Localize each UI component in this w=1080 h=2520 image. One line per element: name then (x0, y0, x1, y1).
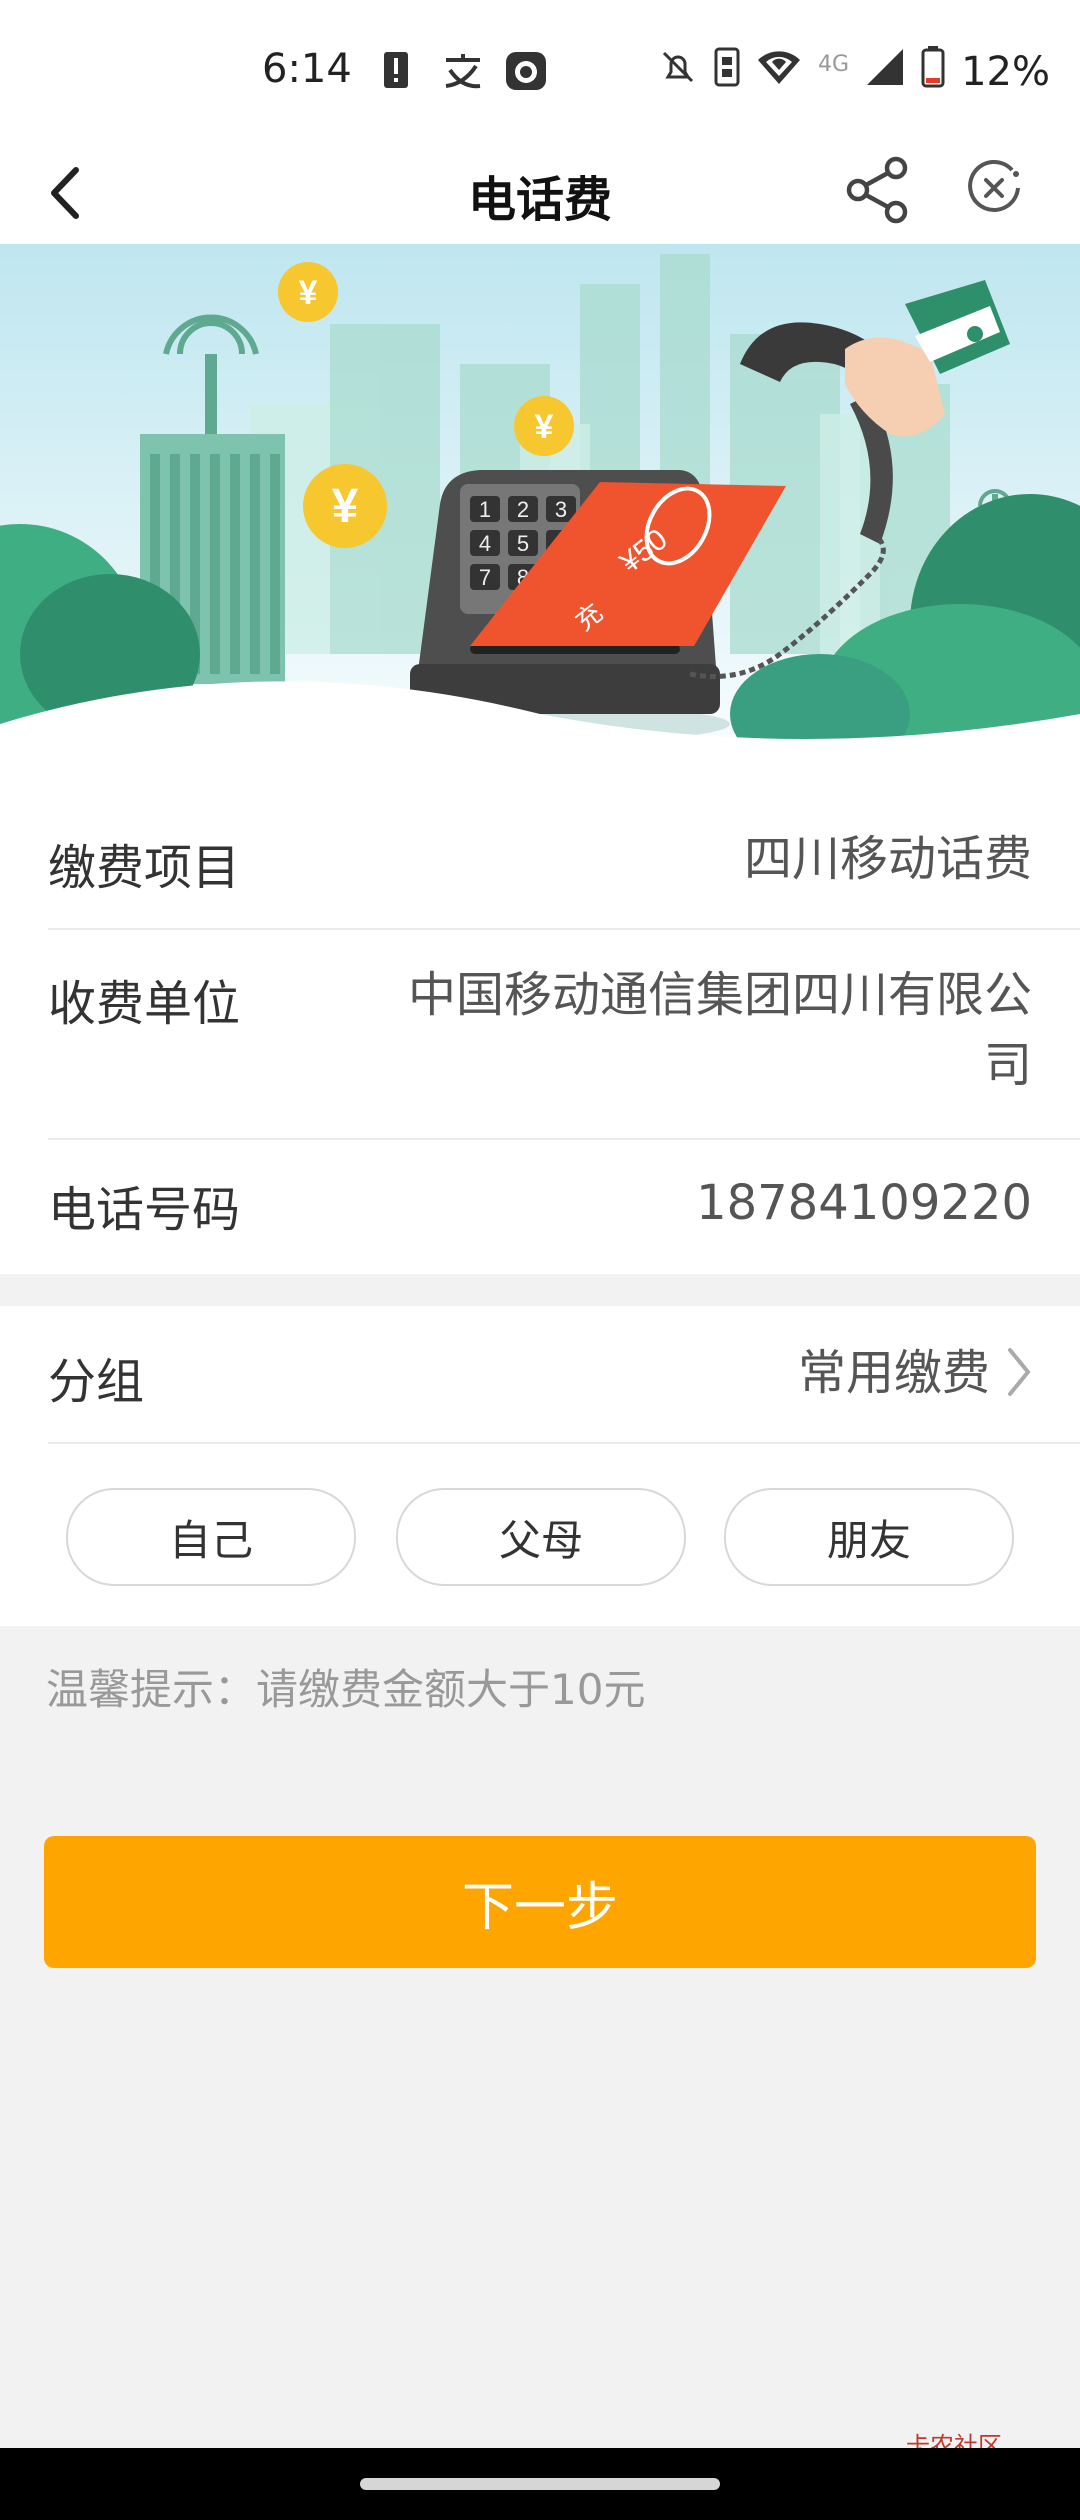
detail-row-item: 缴费项目 四川移动话费 (48, 794, 1080, 930)
detail-value-line1: 中国移动通信集团四川有限公 (407, 967, 1032, 1023)
group-label: 分组 (48, 1354, 145, 1410)
svg-text:¥: ¥ (535, 408, 554, 446)
phone-number: 18784109220 (696, 1175, 1032, 1231)
svg-text:¥: ¥ (332, 480, 359, 533)
status-time: 6:14 (262, 46, 352, 92)
detail-value-line2: 司 (983, 1037, 1032, 1093)
banner-illustration: ¥ ¥ ¥ 123 456 789 ¥50 充 (0, 244, 1080, 794)
payment-details-card: 缴费项目 四川移动话费 收费单位 中国移动通信集团四川有限公 司 电话号码 18… (0, 794, 1080, 1274)
text-icon (440, 50, 486, 94)
chip-parents[interactable]: 父母 (396, 1488, 686, 1586)
group-value: 常用缴费 (797, 1345, 990, 1401)
battery-icon (921, 46, 945, 98)
detail-row-payee: 收费单位 中国移动通信集团四川有限公 司 (48, 928, 1080, 1140)
svg-text:7: 7 (479, 565, 491, 590)
home-indicator[interactable] (360, 2478, 720, 2490)
mute-icon (658, 47, 698, 97)
detail-label: 电话号码 (48, 1182, 241, 1238)
close-icon[interactable] (962, 156, 1026, 220)
detail-row-phone: 电话号码 18784109220 (48, 1138, 1080, 1272)
app-icon (504, 50, 548, 96)
svg-text:3: 3 (555, 497, 567, 522)
detail-label: 缴费项目 (48, 840, 241, 896)
status-bar: 6:14 4G 12% (0, 0, 1080, 140)
chip-self[interactable]: 自己 (66, 1488, 356, 1586)
svg-text:¥: ¥ (299, 274, 318, 312)
share-icon[interactable] (842, 154, 914, 226)
svg-text:5: 5 (517, 531, 529, 556)
group-row[interactable]: 分组 常用缴费 (48, 1306, 1080, 1444)
tip-text: 温馨提示：请缴费金额大于10元 (46, 1665, 646, 1714)
signal-icon (865, 47, 905, 97)
alert-icon (382, 50, 410, 94)
status-right: 4G 12% (658, 46, 1050, 98)
network-label: 4G (818, 51, 850, 77)
chip-friends[interactable]: 朋友 (724, 1488, 1014, 1586)
detail-value: 四川移动话费 (743, 831, 1032, 887)
wifi-icon (756, 48, 802, 96)
page-title: 电话费 (467, 172, 612, 228)
chevron-right-icon (1004, 1344, 1034, 1404)
next-step-button[interactable]: 下一步 (44, 1836, 1036, 1968)
group-chips: 自己 父母 朋友 (0, 1480, 1080, 1620)
svg-text:4: 4 (479, 531, 491, 556)
svg-text:1: 1 (479, 497, 491, 522)
svg-text:2: 2 (517, 497, 529, 522)
battery-percent: 12% (961, 49, 1050, 95)
detail-value: 中国移动通信集团四川有限公 司 (408, 960, 1032, 1100)
nav-bar: 电话费 (0, 140, 1080, 244)
sim-icon (714, 47, 740, 97)
detail-label: 收费单位 (48, 976, 241, 1032)
